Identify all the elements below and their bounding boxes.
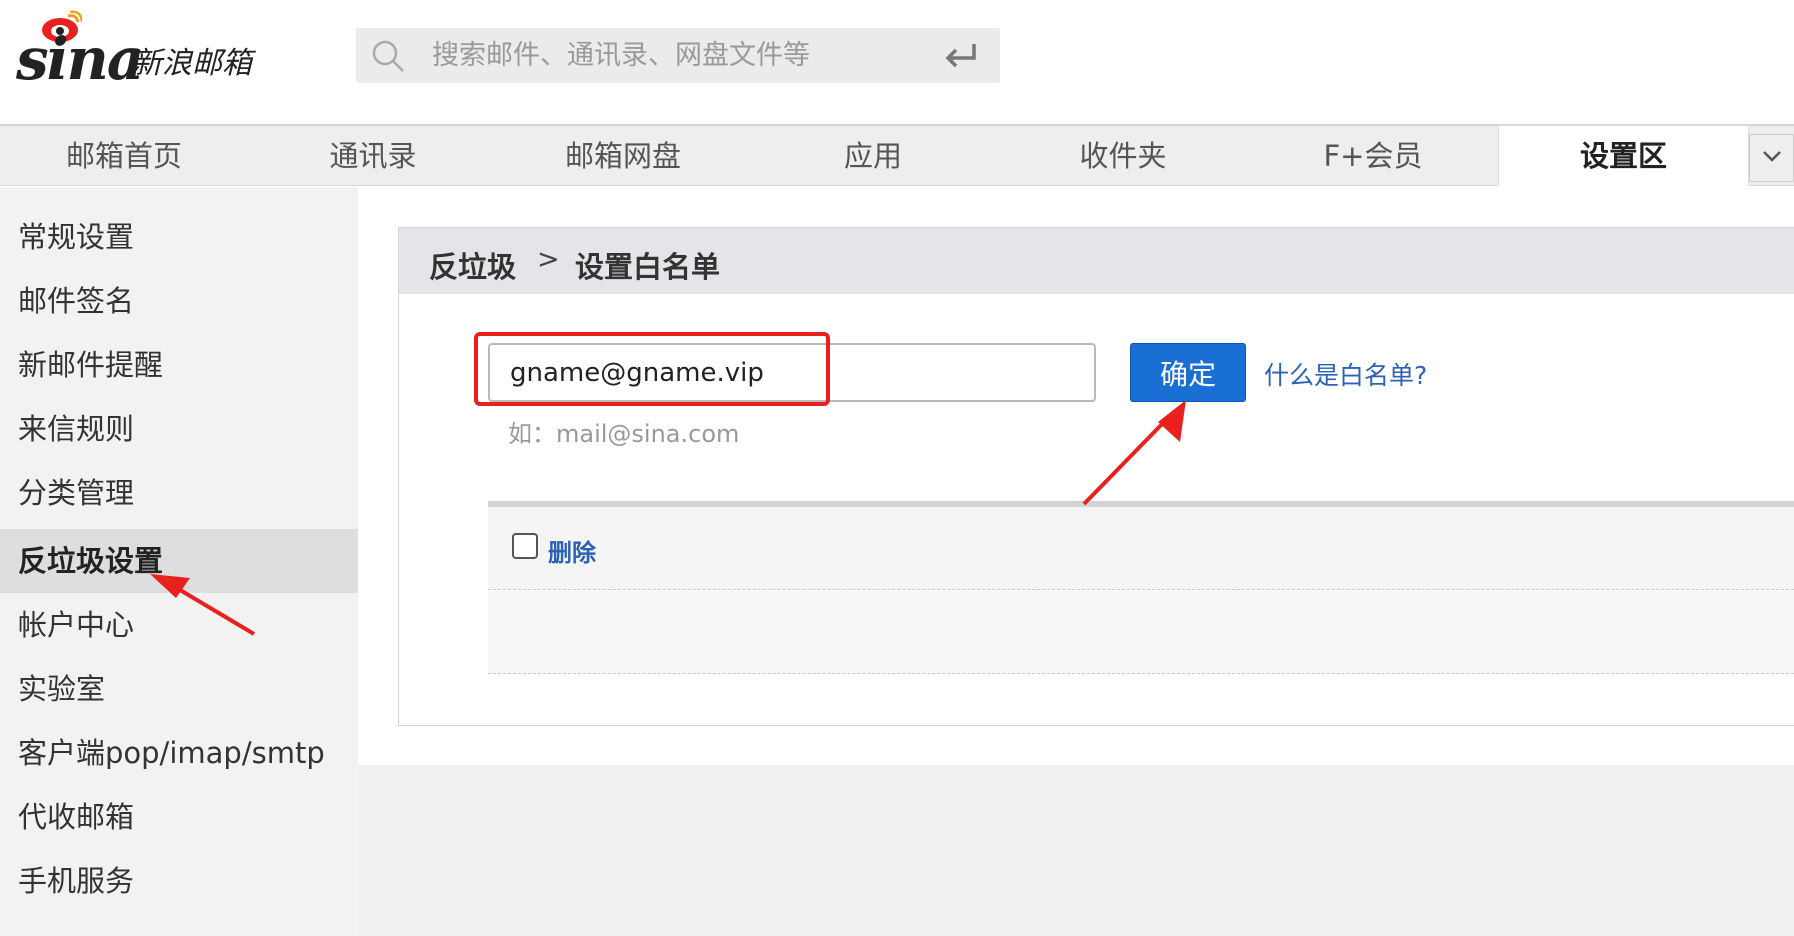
tab-inbox-folder[interactable]: 收件夹 [998, 126, 1248, 186]
search-box[interactable] [356, 28, 1000, 83]
tab-settings[interactable]: 设置区 [1498, 126, 1749, 186]
whitelist-help-link[interactable]: 什么是白名单? [1264, 356, 1427, 392]
breadcrumb: 反垃圾 > 设置白名单 [399, 228, 1794, 294]
sidebar-item-lab[interactable]: 实验室 [0, 657, 358, 721]
delete-button[interactable]: 删除 [548, 533, 596, 568]
tab-contacts[interactable]: 通讯录 [248, 126, 498, 186]
sidebar-item-mail-fetch[interactable]: 代收邮箱 [0, 785, 358, 849]
search-icon[interactable] [370, 38, 406, 74]
enter-icon[interactable] [942, 40, 978, 70]
header: sina 新浪邮箱 [0, 0, 1794, 126]
brand-name: 新浪邮箱 [132, 46, 252, 81]
sidebar-item-categories[interactable]: 分类管理 [0, 461, 358, 525]
sidebar-item-new-mail-alert[interactable]: 新邮件提醒 [0, 333, 358, 397]
main-nav: 邮箱首页 通讯录 邮箱网盘 应用 收件夹 F+会员 设置区 [0, 124, 1794, 186]
search-input[interactable] [432, 28, 952, 83]
sidebar-item-general[interactable]: 常规设置 [0, 205, 358, 269]
whitelist-email-input[interactable] [488, 343, 1096, 402]
breadcrumb-current: 设置白名单 [575, 250, 721, 284]
sidebar-item-client-protocols[interactable]: 客户端pop/imap/smtp [0, 721, 358, 785]
breadcrumb-separator: > [537, 244, 560, 275]
chevron-down-icon [1763, 151, 1781, 162]
list-toolbar [488, 507, 1794, 590]
input-hint: 如：mail@sina.com [508, 420, 740, 448]
tab-fplus-member[interactable]: F+会员 [1248, 126, 1498, 186]
nav-more-button[interactable] [1749, 134, 1794, 182]
sidebar-item-mobile-service[interactable]: 手机服务 [0, 849, 358, 913]
sina-logo[interactable]: sina 新浪邮箱 [16, 8, 276, 88]
tab-netdisk[interactable]: 邮箱网盘 [498, 126, 748, 186]
logo-word: sina [16, 25, 144, 93]
tab-apps[interactable]: 应用 [748, 126, 998, 186]
sidebar-item-antispam[interactable]: 反垃圾设置 [0, 529, 358, 593]
settings-sidebar: 常规设置 邮件签名 新邮件提醒 来信规则 分类管理 反垃圾设置 帐户中心 实验室… [0, 187, 358, 936]
tab-mail-home[interactable]: 邮箱首页 [0, 126, 248, 186]
breadcrumb-parent[interactable]: 反垃圾 [429, 244, 516, 286]
sidebar-item-signature[interactable]: 邮件签名 [0, 269, 358, 333]
sidebar-item-account-center[interactable]: 帐户中心 [0, 593, 358, 657]
select-all-checkbox[interactable] [512, 533, 538, 559]
sidebar-item-mail-rules[interactable]: 来信规则 [0, 397, 358, 461]
whitelist-empty-row [488, 591, 1794, 674]
confirm-button[interactable]: 确定 [1130, 343, 1246, 402]
